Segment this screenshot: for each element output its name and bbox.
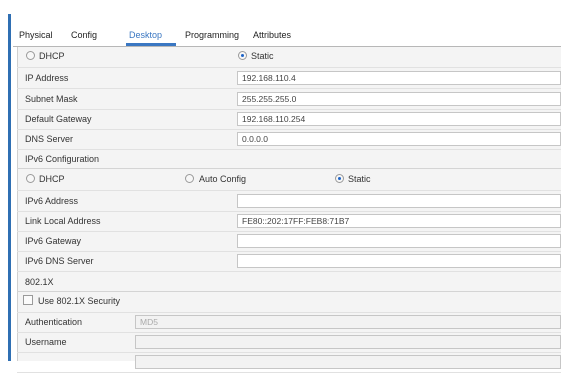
- dns-server-row: DNS Server 0.0.0.0: [17, 129, 561, 150]
- tab-programming[interactable]: Programming: [185, 30, 239, 44]
- tab-bar: Physical Config Desktop Programming Attr…: [13, 24, 561, 47]
- ipv6-address-input[interactable]: [237, 194, 561, 208]
- ipv4-dhcp-radio[interactable]: [26, 51, 35, 60]
- ipv6-address-label: IPv6 Address: [25, 196, 79, 206]
- use-8021x-security-checkbox[interactable]: [23, 295, 33, 305]
- authentication-label: Authentication: [25, 317, 83, 327]
- default-gateway-row: Default Gateway 192.168.110.254: [17, 109, 561, 130]
- ipv6-dns-server-input[interactable]: [237, 254, 561, 268]
- ipv6-gateway-label: IPv6 Gateway: [25, 236, 82, 246]
- username-input[interactable]: [135, 335, 561, 349]
- link-local-address-label: Link Local Address: [25, 216, 101, 226]
- active-tab-indicator: [126, 43, 176, 46]
- ipv6-dhcp-radio[interactable]: [26, 174, 35, 183]
- link-local-address-row: Link Local Address FE80::202:17FF:FEB8:7…: [17, 211, 561, 232]
- subnet-mask-label: Subnet Mask: [25, 94, 78, 104]
- ipv6-mode-row: DHCP Auto Config Static: [17, 170, 561, 191]
- username-row: Username: [17, 332, 561, 353]
- ipv6-section-header: IPv6 Configuration: [17, 150, 561, 169]
- link-local-address-input[interactable]: FE80::202:17FF:FEB8:71B7: [237, 214, 561, 228]
- dns-server-label: DNS Server: [25, 134, 74, 144]
- ip-address-row: IP Address 192.168.110.4: [17, 68, 561, 89]
- dot1x-section-header: 802.1X: [17, 273, 561, 292]
- window-left-edge: [8, 14, 11, 361]
- default-gateway-label: Default Gateway: [25, 114, 92, 124]
- ipv6-gateway-input[interactable]: [237, 234, 561, 248]
- ipv6-static-radio[interactable]: [335, 174, 344, 183]
- default-gateway-input[interactable]: 192.168.110.254: [237, 112, 561, 126]
- ipv6-dns-server-row: IPv6 DNS Server: [17, 251, 561, 272]
- tab-config[interactable]: Config: [71, 30, 97, 44]
- use-8021x-security-row: Use 802.1X Security: [17, 292, 561, 313]
- ipv6-auto-config-label: Auto Config: [199, 174, 247, 184]
- subnet-mask-input[interactable]: 255.255.255.0: [237, 92, 561, 106]
- next-row-partial: [17, 352, 561, 373]
- dns-server-input[interactable]: 0.0.0.0: [237, 132, 561, 146]
- ipv6-address-row: IPv6 Address: [17, 191, 561, 212]
- ipv6-static-label: Static: [348, 174, 371, 184]
- ipv4-static-radio[interactable]: [238, 51, 247, 60]
- partial-input[interactable]: [135, 355, 561, 369]
- authentication-select[interactable]: MD5: [135, 315, 561, 329]
- ipv6-dhcp-label: DHCP: [39, 174, 65, 184]
- username-label: Username: [25, 337, 67, 347]
- ipv6-dns-server-label: IPv6 DNS Server: [25, 256, 94, 266]
- ip-address-label: IP Address: [25, 73, 69, 83]
- ipv4-mode-row: DHCP Static: [17, 47, 561, 68]
- ipv6-gateway-row: IPv6 Gateway: [17, 231, 561, 252]
- tab-physical[interactable]: Physical: [19, 30, 53, 44]
- ip-address-input[interactable]: 192.168.110.4: [237, 71, 561, 85]
- ipv6-section-title: IPv6 Configuration: [25, 154, 100, 164]
- dot1x-section-title: 802.1X: [25, 277, 54, 287]
- authentication-row: Authentication MD5: [17, 312, 561, 333]
- tab-attributes[interactable]: Attributes: [253, 30, 291, 44]
- use-8021x-security-label: Use 802.1X Security: [38, 296, 121, 306]
- ipv4-dhcp-label: DHCP: [39, 51, 65, 61]
- subnet-mask-row: Subnet Mask 255.255.255.0: [17, 89, 561, 110]
- ipv6-auto-config-radio[interactable]: [185, 174, 194, 183]
- tab-desktop[interactable]: Desktop: [129, 30, 162, 44]
- ipv4-static-label: Static: [251, 51, 274, 61]
